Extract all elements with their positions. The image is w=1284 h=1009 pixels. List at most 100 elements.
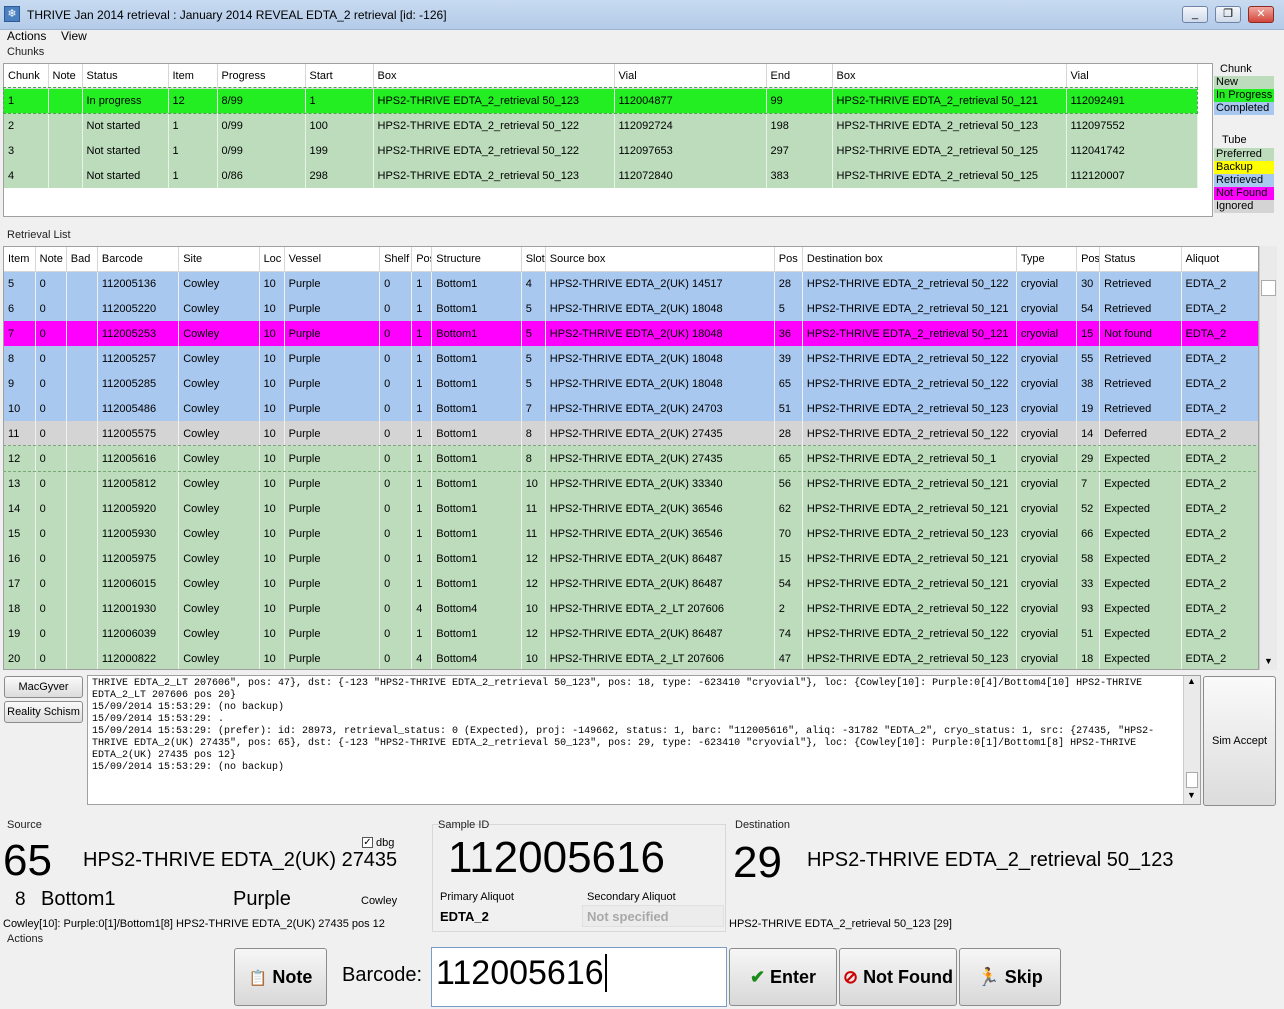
retrieval-column-header[interactable]: Structure [431,247,522,272]
retrieval-column-header[interactable]: Pos [1076,247,1101,272]
destination-label: Destination [735,819,791,831]
retrieval-row[interactable]: 6 0 112005220 Cowley 10 Purple 0 1 Bottom1 5 HPS2-… [4,296,1258,321]
retrieval-column-header[interactable]: Type [1016,247,1078,272]
retrieval-row[interactable]: 8 0 112005257 Cowley 10 Purple 0 1 Bottom1 5 HPS2-… [4,346,1258,371]
log-scrollbar[interactable]: ▲ ▼ [1183,676,1200,804]
retrieval-row[interactable]: 13 0 112005812 Cowley 10 Purple 0 1 Bottom1 10 HPS… [4,471,1258,496]
not-found-button[interactable]: ⊘ Not Found [839,948,957,1006]
app-icon: ❄ [4,6,20,22]
source-site: Cowley [361,895,398,907]
retrieval-row[interactable]: 12 0 112005616 Cowley 10 Purple 0 1 Bottom1 8 HPS2… [4,445,1258,472]
log-scroll-down-icon[interactable]: ▼ [1187,790,1196,800]
retrieval-column-header[interactable]: Aliquot [1181,247,1258,272]
retrieval-column-header[interactable]: Barcode [97,247,180,272]
log-scroll-thumb[interactable] [1186,772,1198,788]
retrieval-row[interactable]: 9 0 112005285 Cowley 10 Purple 0 1 Bottom1 5 HPS2-… [4,371,1258,396]
menu-actions[interactable]: Actions [7,29,46,43]
retrieval-cell: HPS2-THRIVE EDTA_2(UK) 86487 [545,546,775,571]
retrieval-row[interactable]: 15 0 112005930 Cowley 10 Purple 0 1 Bottom1 11 HPS… [4,521,1258,546]
retrieval-column-header[interactable]: Item [4,247,36,272]
chunk-row[interactable]: 3 Not started 1 0/99 199 HPS2-THRIVE EDTA_2_r… [4,138,1198,163]
retrieval-column-header[interactable]: Bad [66,247,98,272]
retrieval-cell: 8 [4,346,36,371]
retrieval-column-header[interactable]: Source box [545,247,775,272]
chunk-column-header[interactable]: End [766,64,833,89]
scroll-up-icon[interactable]: ▲ [1187,676,1196,686]
retrieval-row[interactable]: 11 0 112005575 Cowley 10 Purple 0 1 Bottom1 8 HPS2… [4,421,1258,446]
retrieval-column-header[interactable]: Vessel [284,247,381,272]
chunk-column-header[interactable]: Status [82,64,169,89]
chunk-column-header[interactable]: Note [48,64,83,89]
runner-icon: 🏃 [977,967,1000,987]
retrieval-scrollbar[interactable]: ▼ [1259,246,1277,670]
chunk-column-header[interactable]: Start [305,64,374,89]
retrieval-column-header[interactable]: Shelf [379,247,413,272]
close-button[interactable]: ✕ [1248,6,1274,23]
retrieval-cell: 112006039 [97,621,180,646]
barcode-input[interactable]: 112005616 [431,947,727,1007]
retrieval-row[interactable]: 7 0 112005253 Cowley 10 Purple 0 1 Bottom1 5 HPS2-… [4,321,1258,346]
chunks-grid[interactable]: Chunk Note Status Item Progress Start Box Vial E… [3,63,1213,217]
retrieval-grid[interactable]: ItemNoteBadBarcodeSiteLocVesselShelfPosS… [3,246,1259,670]
retrieval-row[interactable]: 10 0 112005486 Cowley 10 Purple 0 1 Bottom1 7 HPS2… [4,396,1258,421]
menu-view[interactable]: View [61,29,87,43]
scroll-thumb[interactable] [1261,280,1276,296]
retrieval-cell: 28 [774,271,803,296]
chunk-row[interactable]: 2 Not started 1 0/99 100 HPS2-THRIVE EDTA_2_r… [4,113,1198,138]
scroll-down-icon[interactable]: ▼ [1264,656,1273,666]
retrieval-cell: 74 [774,621,803,646]
barcode-value: 112005616 [436,954,604,992]
source-vessel: Purple [233,888,291,910]
macgyver-button[interactable]: MacGyver [4,676,83,698]
retrieval-cell: cryovial [1016,421,1078,446]
chunk-column-header[interactable]: Chunk [4,64,49,89]
retrieval-cell: cryovial [1016,271,1078,296]
retrieval-column-header[interactable]: Pos [774,247,803,272]
sim-accept-button[interactable]: Sim Accept [1203,676,1276,806]
retrieval-cell: HPS2-THRIVE EDTA_2(UK) 86487 [545,621,775,646]
note-button[interactable]: 📋 Note [234,948,327,1006]
retrieval-cell: 12 [521,621,546,646]
chunk-row[interactable]: 4 Not started 1 0/86 298 HPS2-THRIVE EDTA_2_r… [4,163,1198,188]
retrieval-column-header[interactable]: Pos [411,247,433,272]
retrieval-cell: Bottom1 [431,546,522,571]
retrieval-row[interactable]: 18 0 112001930 Cowley 10 Purple 0 4 Bottom4 10 HPS… [4,596,1258,621]
minimize-button[interactable]: _ [1182,6,1208,23]
chunk-column-header[interactable]: Item [168,64,218,89]
retrieval-cell: Expected [1099,546,1182,571]
retrieval-row[interactable]: 14 0 112005920 Cowley 10 Purple 0 1 Bottom1 11 HPS… [4,496,1258,521]
retrieval-row[interactable]: 19 0 112006039 Cowley 10 Purple 0 1 Bottom1 12 HPS… [4,621,1258,646]
legend-item: Preferred [1214,148,1274,161]
enter-button[interactable]: ✔ Enter [729,948,837,1006]
retrieval-row[interactable]: 17 0 112006015 Cowley 10 Purple 0 1 Bottom1 12 HPS… [4,571,1258,596]
chunk-column-header[interactable]: Vial [1066,64,1198,89]
retrieval-cell: 15 [1076,321,1101,346]
reality-schism-button[interactable]: Reality Schism [4,701,83,723]
retrieval-cell: Cowley [178,371,260,396]
retrieval-cell: 15 [4,521,36,546]
retrieval-column-header[interactable]: Note [35,247,67,272]
retrieval-row[interactable]: 20 0 112000822 Cowley 10 Purple 0 4 Bottom4 10 HPS… [4,646,1258,669]
restore-button[interactable]: ❐ [1215,6,1241,23]
chunk-row[interactable]: 1 In progress 12 8/99 1 HPS2-THRIVE EDTA_2_re… [3,87,1198,114]
chunk-column-header[interactable]: Box [832,64,1067,89]
chunk-column-header[interactable]: Progress [217,64,306,89]
destination-position: 29 [733,838,782,887]
retrieval-row[interactable]: 16 0 112005975 Cowley 10 Purple 0 1 Bottom1 12 HPS… [4,546,1258,571]
retrieval-column-header[interactable]: Destination box [802,247,1017,272]
chunk-column-header[interactable]: Vial [614,64,767,89]
retrieval-column-header[interactable]: Loc [259,247,285,272]
retrieval-column-header[interactable]: Slot [521,247,546,272]
retrieval-cell: Purple [284,296,381,321]
retrieval-column-header[interactable]: Status [1099,247,1182,272]
retrieval-row[interactable]: 5 0 112005136 Cowley 10 Purple 0 1 Bottom1 4 HPS2-… [4,271,1258,296]
retrieval-cell: 112005285 [97,371,180,396]
retrieval-column-header[interactable]: Site [178,247,260,272]
skip-button[interactable]: 🏃 Skip [959,948,1061,1006]
dbg-checkbox[interactable]: ✓ [362,837,373,848]
retrieval-cell: cryovial [1016,371,1078,396]
retrieval-cell [66,596,98,621]
log-output[interactable]: THRIVE EDTA_2_LT 207606", pos: 47}, dst:… [87,675,1201,805]
chunk-column-header[interactable]: Box [373,64,615,89]
retrieval-cell: 10 [521,471,546,496]
